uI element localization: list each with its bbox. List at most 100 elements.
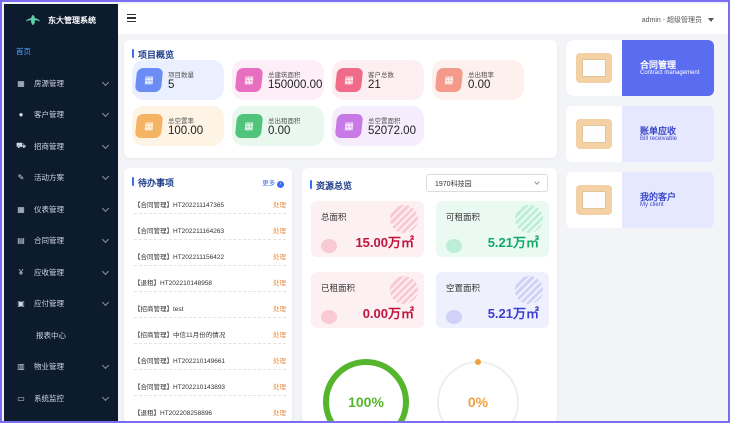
sidebar-item-label: 应收管理 [34,267,64,277]
todo-action-link[interactable]: 处理 [273,225,286,235]
overview-item: ▦ 总空置面积 52072.00 [332,106,424,146]
chevron-down-icon [101,393,110,401]
quick-card[interactable]: 我的客户 My client [566,172,714,228]
todo-title: 待办事项 [132,176,174,189]
chevron-down-icon [101,141,110,149]
todo-action-link[interactable]: 处理 [273,381,286,391]
todo-text: 【招商管理】中信11月份的情况 [134,331,226,339]
user-icon: ● [18,110,24,120]
illustration-icon [566,106,622,162]
overview-label: 总空置率 [168,118,194,125]
overview-badge-icon: ▦ [334,114,364,138]
decor-dot [446,239,462,253]
todo-action-link[interactable]: 处理 [273,199,286,209]
overview-item: ▦ 总建筑面积 150000.00 [232,60,324,100]
lock-icon: ▣ [17,299,25,309]
sidebar-item-label: 系统监控 [34,393,64,403]
overview-badge-icon: ▦ [334,68,364,92]
overview-label: 客户总数 [368,72,394,79]
sidebar-item-label: 活动方案 [34,173,64,183]
top-bar: admin - 超级管理员 [118,4,728,34]
sidebar-item-4[interactable]: ✎ 活动方案 [4,162,118,194]
money-icon: ¥ [18,267,24,277]
sidebar-item-label: 应付管理 [34,299,64,309]
sidebar-item-11[interactable]: ▭ 系统监控 [4,383,118,415]
sidebar-item-0[interactable]: 首页 [4,36,118,68]
quick-card[interactable]: 合同管理 Contract management [566,40,714,96]
sidebar-item-label: 房源管理 [34,78,64,88]
resources-title: 资源总览 [310,179,352,192]
ring-track [437,361,519,421]
todo-row: 【合同管理】HT202211147365 处理 [134,194,286,214]
ring-label: 0% [468,394,489,410]
sidebar-item-5[interactable]: ▦ 仪表管理 [4,194,118,226]
area-value: 0.00万㎡ [362,306,414,321]
overview-label: 总出租率 [468,72,494,79]
todo-text: 【招商管理】test [134,305,184,313]
sidebar: 东大管理系统 首页 ▦ 房源管理 ● 客户管理 ⛟ 招商管理 ✎ 活动方案 ▦ 仪表管理 ▤ 合同管理 ¥… [4,4,118,421]
project-select[interactable]: 1970科技园 [426,174,548,192]
area-tile: 空置面积 5.21万㎡ [436,272,549,328]
sidebar-item-9[interactable]: 报表中心 [4,320,118,352]
todo-action-link[interactable]: 处理 [273,277,286,287]
area-label: 可租面积 [446,212,481,222]
sidebar-item-1[interactable]: ▦ 房源管理 [4,68,118,100]
todo-card: 待办事项 更多 › 【合同管理】HT202211147365 处理【合同管理】HT… [124,168,292,421]
sidebar-item-7[interactable]: ¥ 应收管理 [4,257,118,289]
area-tile: 总面积 15.00万㎡ [311,201,424,257]
overview-value: 52072.00 [368,125,416,137]
overview-value: 5 [168,79,175,91]
todo-row: 【招商管理】test 处理 [134,298,286,318]
overview-value: 0.00 [268,125,291,137]
decor-stripe [390,276,418,304]
chevron-down-icon [101,78,110,86]
overview-value: 21 [368,79,381,91]
overview-label: 总空置面积 [368,118,401,125]
sidebar-item-6[interactable]: ▤ 合同管理 [4,225,118,257]
decor-stripe [390,205,418,233]
sidebar-item-8[interactable]: ▣ 应付管理 [4,288,118,320]
decor-dot [321,310,337,324]
quick-subtitle: Bill receivable [640,136,678,142]
chevron-down-icon [534,179,540,185]
sidebar-item-3[interactable]: ⛟ 招商管理 [4,131,118,163]
more-link[interactable]: 更多 › [262,177,284,188]
chevron-down-icon [101,361,110,370]
area-value: 5.21万㎡ [487,235,539,250]
overview-card: 项目概览 ▦ 项目数量 5 ▦ 总建筑面积 150000.00 ▦ 客户总数 21 ▦ 总出租率 0.… [124,40,557,158]
todo-text: 【合同管理】HT202210143893 [134,383,226,391]
overview-value: 0.00 [468,79,491,91]
overview-badge-icon: ▦ [134,68,164,92]
grid-icon: ▦ [17,204,25,214]
logo-icon [26,15,40,25]
overview-badge-icon: ▦ [234,68,264,92]
illustration-icon [566,172,622,228]
overview-item: ▦ 项目数量 5 [132,60,224,100]
chevron-down-icon [101,109,110,118]
menu-toggle-icon[interactable] [127,14,136,22]
todo-action-link[interactable]: 处理 [273,251,286,261]
overview-label: 总建筑面积 [268,72,301,79]
todo-text: 【合同管理】HT202211156422 [134,253,225,261]
todo-action-link[interactable]: 处理 [273,407,286,417]
ring-label: 100% [348,394,384,410]
decor-dot [446,310,462,324]
sidebar-item-10[interactable]: ▥ 物业管理 [4,351,118,383]
sidebar-item-label: 招商管理 [34,141,64,151]
more-label: 更多 [262,180,276,187]
user-menu[interactable]: admin - 超级管理员 [642,15,714,25]
user-name: admin - 超级管理员 [641,17,702,24]
todo-text: 【合同管理】HT202211164263 [134,227,225,235]
overview-label: 总出租面积 [268,118,301,125]
todo-action-link[interactable]: 处理 [273,303,286,313]
building-icon: ▥ [17,362,25,372]
todo-action-link[interactable]: 处理 [273,329,286,339]
area-tile: 可租面积 5.21万㎡ [436,201,549,257]
sidebar-item-label: 首页 [16,47,31,57]
decor-dot [321,239,337,253]
grid-icon: ▦ [17,78,25,88]
todo-action-link[interactable]: 处理 [273,355,286,365]
quick-card[interactable]: 账单应收 Bill receivable [566,106,714,162]
sidebar-item-2[interactable]: ● 客户管理 [4,99,118,131]
overview-badge-icon: ▦ [434,68,464,92]
